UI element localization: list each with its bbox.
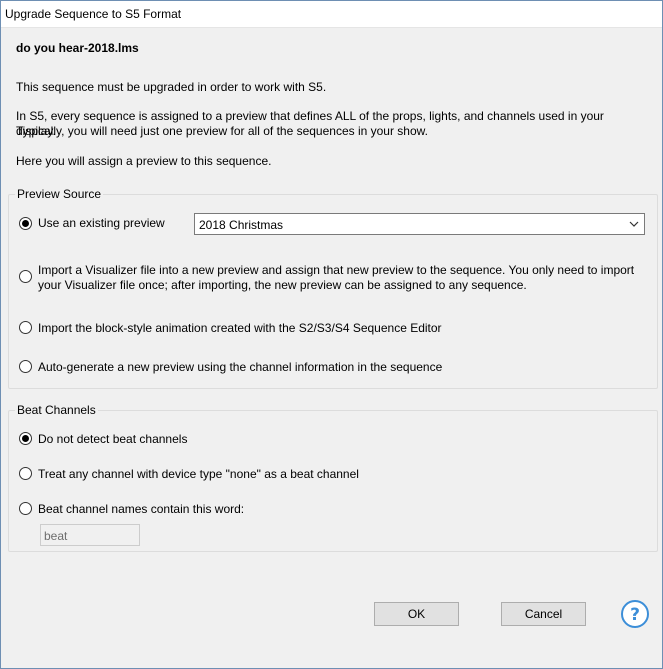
window-title: Upgrade Sequence to S5 Format xyxy=(5,7,182,21)
use-existing-preview-label[interactable]: Use an existing preview xyxy=(38,216,165,231)
import-block-style-label[interactable]: Import the block-style animation created… xyxy=(38,321,442,336)
preview-select[interactable]: 2018 Christmas xyxy=(194,213,645,235)
radio-name-contains-word[interactable] xyxy=(19,502,32,515)
ok-button[interactable]: OK xyxy=(374,602,459,626)
radio-auto-generate[interactable] xyxy=(19,360,32,373)
intro-text-2b: Typically, you will need just one previe… xyxy=(16,124,428,138)
chevron-down-icon xyxy=(629,221,639,227)
intro-text-3: Here you will assign a preview to this s… xyxy=(16,154,272,168)
radio-no-beat-detect[interactable] xyxy=(19,432,32,445)
intro-text-1: This sequence must be upgraded in order … xyxy=(16,80,327,94)
cancel-button[interactable]: Cancel xyxy=(501,602,586,626)
radio-device-type-none[interactable] xyxy=(19,467,32,480)
preview-select-value: 2018 Christmas xyxy=(199,218,284,232)
svg-text:?: ? xyxy=(630,605,640,625)
import-visualizer-label-2[interactable]: your Visualizer file once; after importi… xyxy=(38,278,527,293)
name-contains-word-label[interactable]: Beat channel names contain this word: xyxy=(38,502,244,517)
import-visualizer-label-1[interactable]: Import a Visualizer file into a new prev… xyxy=(38,263,634,278)
beat-word-input[interactable]: beat xyxy=(40,524,140,546)
sequence-filename: do you hear-2018.lms xyxy=(16,41,139,55)
radio-import-visualizer[interactable] xyxy=(19,270,32,283)
title-bar[interactable]: Upgrade Sequence to S5 Format xyxy=(1,1,662,28)
radio-import-block-style[interactable] xyxy=(19,321,32,334)
help-icon[interactable]: ? xyxy=(620,599,650,629)
preview-source-label: Preview Source xyxy=(15,187,104,201)
upgrade-dialog: Upgrade Sequence to S5 Format do you hea… xyxy=(0,0,663,669)
device-type-none-label[interactable]: Treat any channel with device type "none… xyxy=(38,467,359,482)
radio-use-existing-preview[interactable] xyxy=(19,217,32,230)
no-beat-detect-label[interactable]: Do not detect beat channels xyxy=(38,432,187,447)
auto-generate-label[interactable]: Auto-generate a new preview using the ch… xyxy=(38,360,442,375)
beat-channels-label: Beat Channels xyxy=(15,403,98,417)
beat-word-value: beat xyxy=(44,529,68,543)
